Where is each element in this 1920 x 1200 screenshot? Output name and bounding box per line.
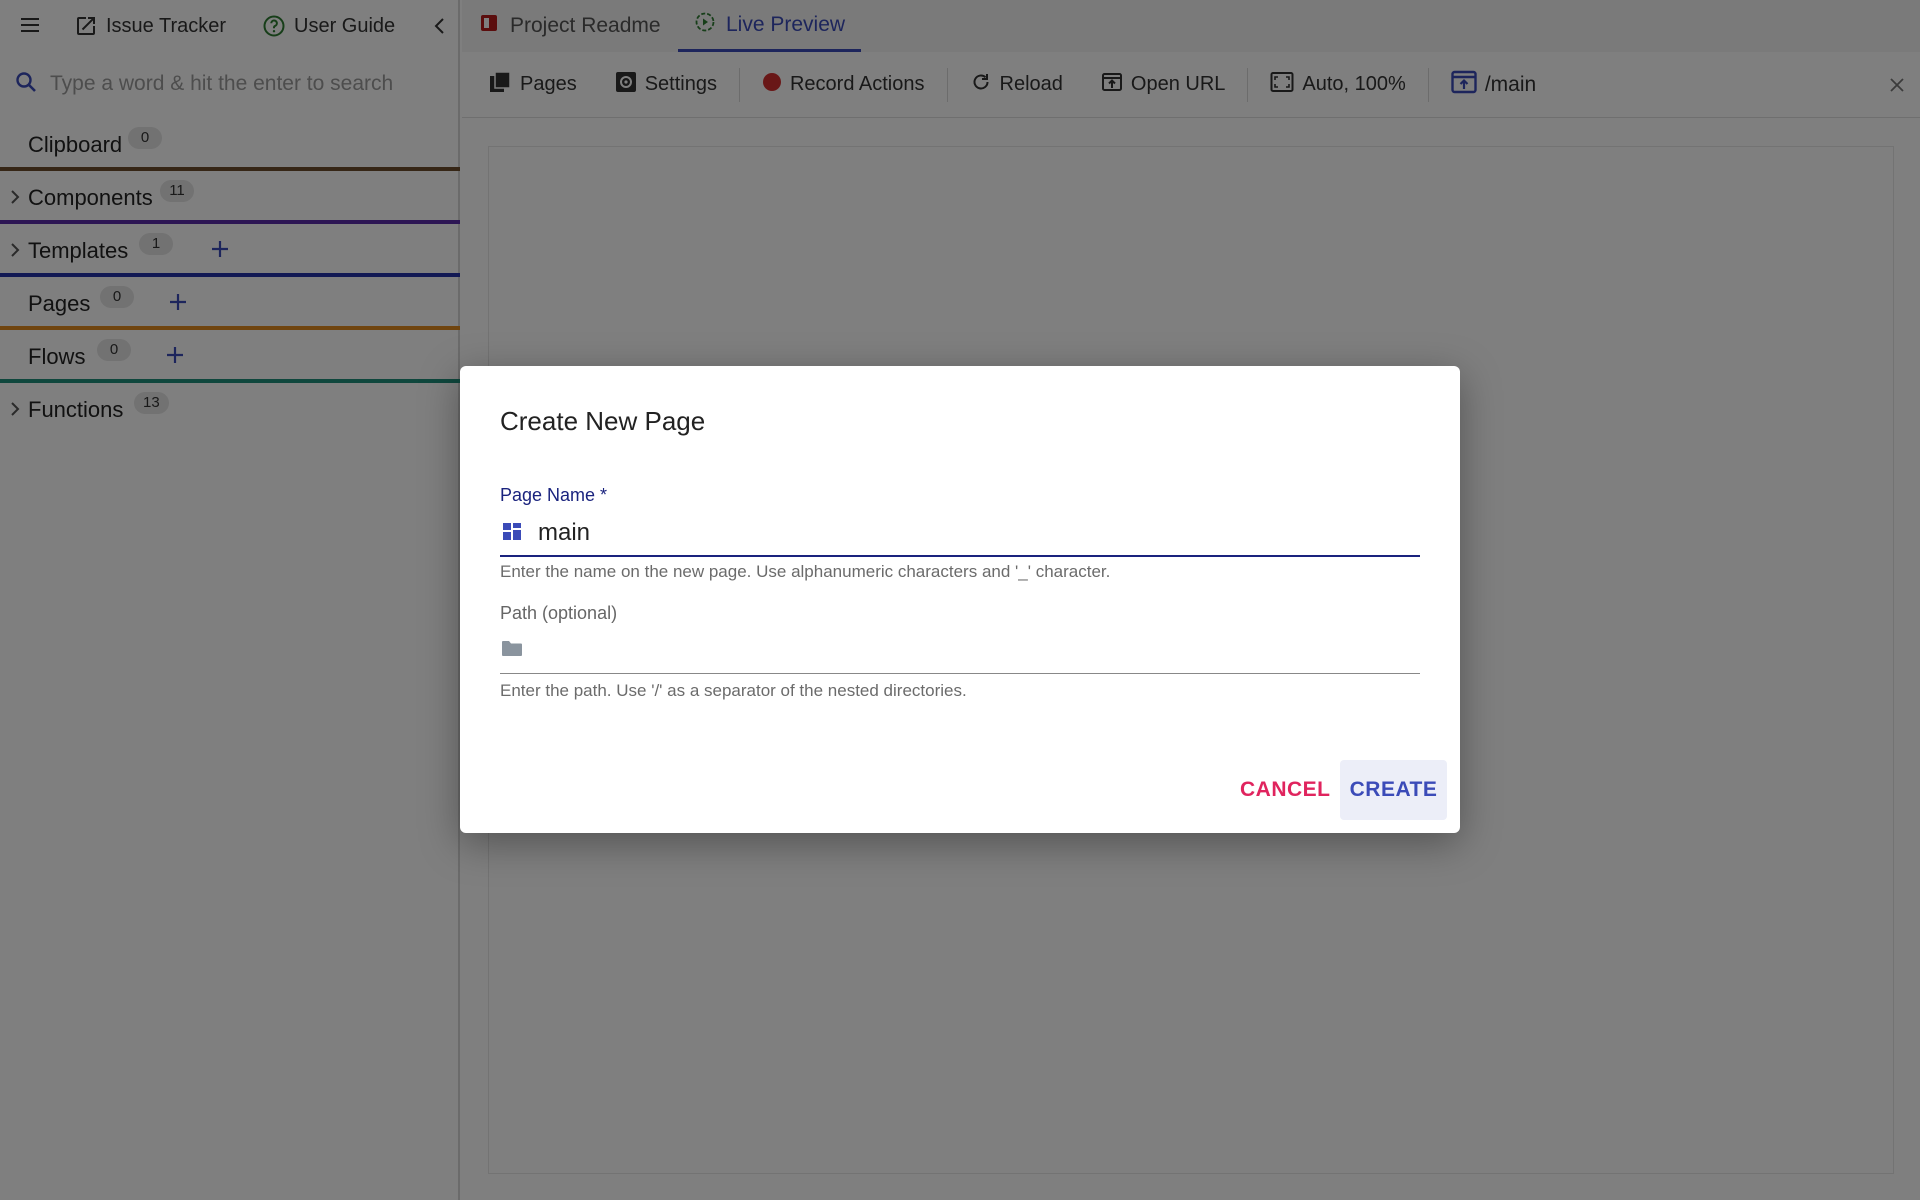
path-field [500, 628, 1420, 674]
path-helper: Enter the path. Use '/' as a separator o… [500, 681, 967, 700]
page-name-label: Page Name * [500, 485, 608, 505]
dialog-title: Create New Page [500, 406, 706, 436]
path-input[interactable] [538, 636, 1398, 665]
create-page-dialog: Create New Page Page Name * Enter the na… [460, 366, 1460, 833]
page-name-input[interactable] [538, 519, 1398, 547]
dashboard-icon [500, 519, 524, 548]
page-name-field [500, 511, 1420, 557]
create-button[interactable]: CREATE [1340, 760, 1447, 820]
cancel-button[interactable]: CANCEL [1222, 760, 1349, 820]
page-name-helper: Enter the name on the new page. Use alph… [500, 562, 1111, 581]
folder-icon [500, 636, 524, 665]
path-label: Path (optional) [500, 603, 618, 623]
